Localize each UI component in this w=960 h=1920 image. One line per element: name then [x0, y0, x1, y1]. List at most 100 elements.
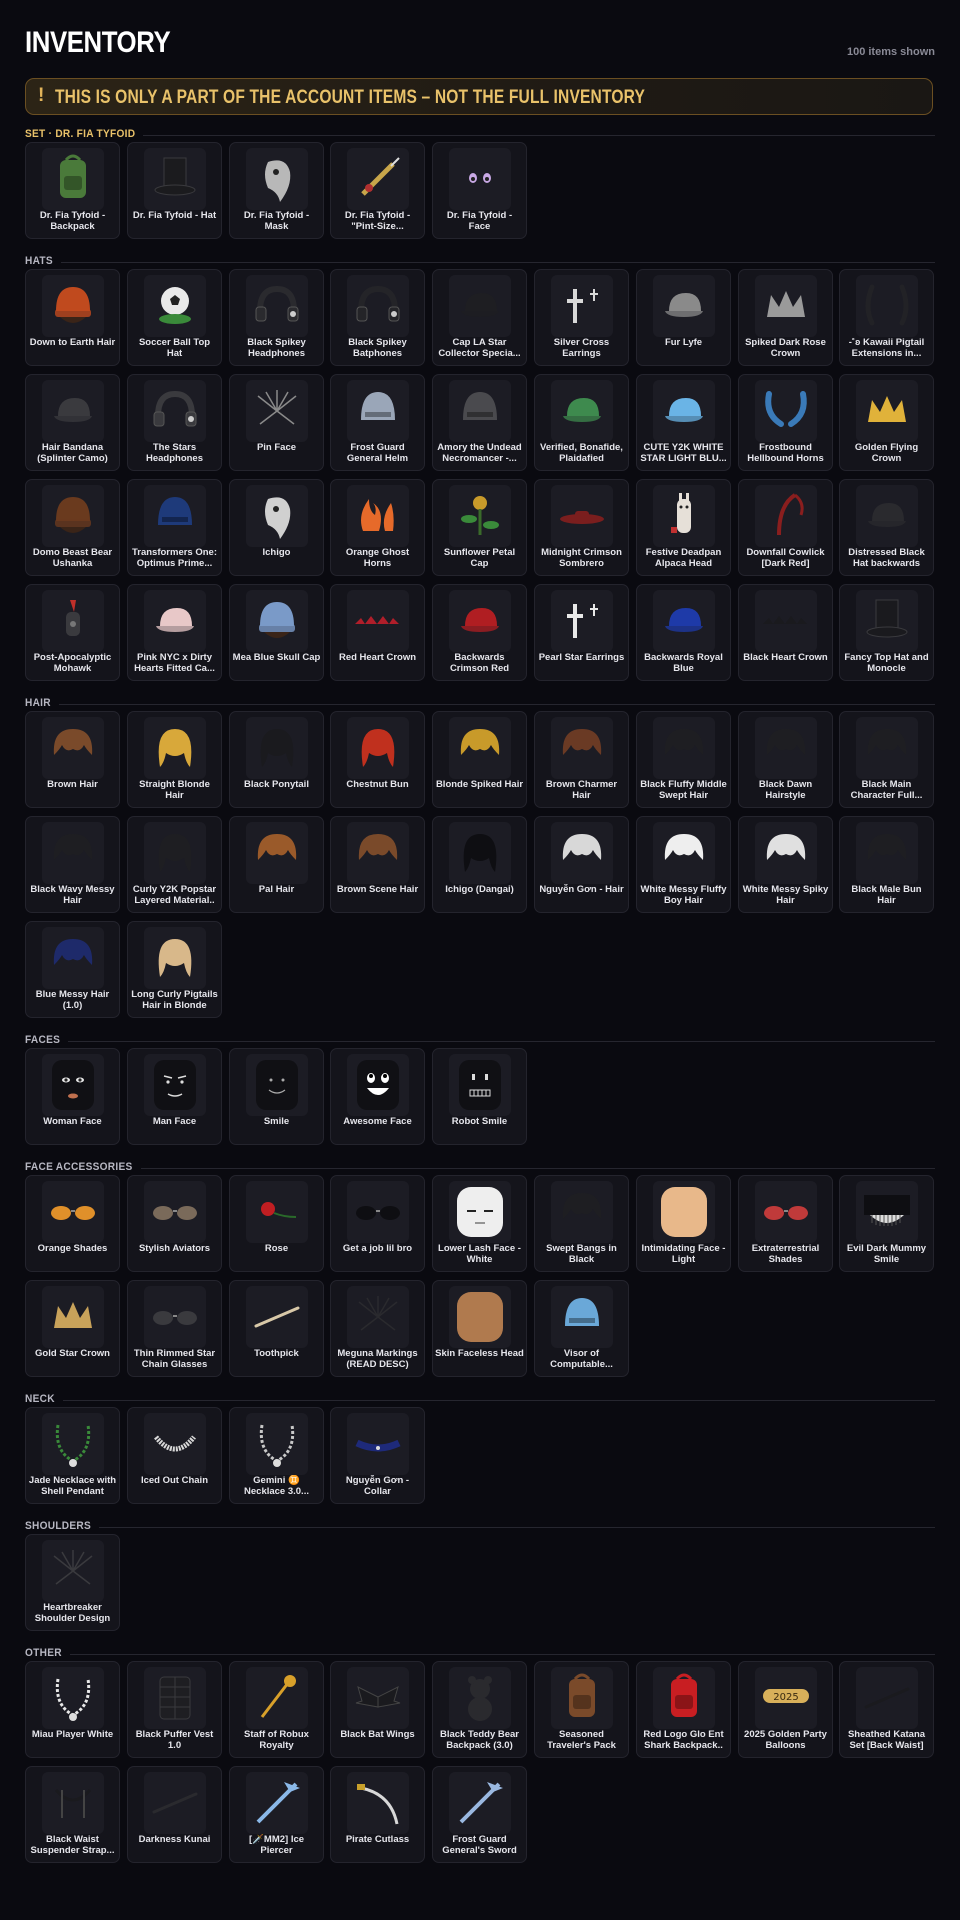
item-card[interactable]: Black Fluffy Middle Swept Hair — [636, 711, 731, 808]
item-card[interactable]: Dr. Fia Tyfoid - Mask — [229, 142, 324, 239]
item-card[interactable]: Pink NYC x Dirty Hearts Fitted Ca... — [127, 584, 222, 681]
item-card[interactable]: Black Spikey Batphones — [330, 269, 425, 366]
item-card[interactable]: Black Main Character Full... — [839, 711, 934, 808]
item-card[interactable]: Soccer Ball Top Hat — [127, 269, 222, 366]
item-card[interactable]: Awesome Face — [330, 1048, 425, 1145]
item-card[interactable]: Dr. Fia Tyfoid - "Pint-Size... — [330, 142, 425, 239]
item-card[interactable]: Domo Beast Bear Ushanka — [25, 479, 120, 576]
item-card[interactable]: Black Ponytail — [229, 711, 324, 808]
item-card[interactable]: Lower Lash Face - White — [432, 1175, 527, 1272]
item-card[interactable]: Blonde Spiked Hair — [432, 711, 527, 808]
item-card[interactable]: Black Waist Suspender Strap... — [25, 1766, 120, 1863]
item-card[interactable]: Staff of Robux Royalty — [229, 1661, 324, 1758]
item-card[interactable]: Frost Guard General's Sword — [432, 1766, 527, 1863]
item-card[interactable]: Robot Smile — [432, 1048, 527, 1145]
item-card[interactable]: Hair Bandana (Splinter Camo) — [25, 374, 120, 471]
item-card[interactable]: Black Puffer Vest 1.0 — [127, 1661, 222, 1758]
item-card[interactable]: Gold Star Crown — [25, 1280, 120, 1377]
item-card[interactable]: Golden Flying Crown — [839, 374, 934, 471]
item-card[interactable]: Amory the Undead Necromancer -... — [432, 374, 527, 471]
item-card[interactable]: Intimidating Face - Light — [636, 1175, 731, 1272]
item-card[interactable]: Miau Player White — [25, 1661, 120, 1758]
item-card[interactable]: Transformers One: Optimus Prime... — [127, 479, 222, 576]
item-card[interactable]: Ichigo (Dangai) — [432, 816, 527, 913]
item-card[interactable]: Black Bat Wings — [330, 1661, 425, 1758]
item-card[interactable]: Get a job lil bro — [330, 1175, 425, 1272]
item-card[interactable]: Thin Rimmed Star Chain Glasses — [127, 1280, 222, 1377]
item-card[interactable]: -˚ʚ Kawaii Pigtail Extensions in... — [839, 269, 934, 366]
item-card[interactable]: Pin Face — [229, 374, 324, 471]
item-card[interactable]: White Messy Fluffy Boy Hair — [636, 816, 731, 913]
item-card[interactable]: Cap LA Star Collector Specia... — [432, 269, 527, 366]
item-card[interactable]: Ichigo — [229, 479, 324, 576]
item-card[interactable]: Backwards Crimson Red — [432, 584, 527, 681]
item-card[interactable]: Brown Scene Hair — [330, 816, 425, 913]
item-card[interactable]: Woman Face — [25, 1048, 120, 1145]
item-card[interactable]: Distressed Black Hat backwards — [839, 479, 934, 576]
item-card[interactable]: Straight Blonde Hair — [127, 711, 222, 808]
item-card[interactable]: Spiked Dark Rose Crown — [738, 269, 833, 366]
item-card[interactable]: Toothpick — [229, 1280, 324, 1377]
item-card[interactable]: Iced Out Chain — [127, 1407, 222, 1504]
item-card[interactable]: Down to Earth Hair — [25, 269, 120, 366]
item-card[interactable]: Pal Hair — [229, 816, 324, 913]
item-card[interactable]: Swept Bangs in Black — [534, 1175, 629, 1272]
item-card[interactable]: CUTE Y2K WHITE STAR LIGHT BLU... — [636, 374, 731, 471]
item-card[interactable]: Black Teddy Bear Backpack (3.0) — [432, 1661, 527, 1758]
item-card[interactable]: Dr. Fia Tyfoid - Face — [432, 142, 527, 239]
item-card[interactable]: Visor of Computable... — [534, 1280, 629, 1377]
item-card[interactable]: Brown Hair — [25, 711, 120, 808]
item-card[interactable]: Black Spikey Headphones — [229, 269, 324, 366]
item-card[interactable]: Sunflower Petal Cap — [432, 479, 527, 576]
item-card[interactable]: The Stars Headphones — [127, 374, 222, 471]
item-card[interactable]: Orange Shades — [25, 1175, 120, 1272]
item-card[interactable]: Curly Y2K Popstar Layered Material.. — [127, 816, 222, 913]
item-card[interactable]: Black Male Bun Hair — [839, 816, 934, 913]
item-card[interactable]: Sheathed Katana Set [Back Waist] — [839, 1661, 934, 1758]
item-card[interactable]: Extraterrestrial Shades — [738, 1175, 833, 1272]
item-card[interactable]: Backwards Royal Blue — [636, 584, 731, 681]
item-card[interactable]: Black Heart Crown — [738, 584, 833, 681]
item-card[interactable]: Frostbound Hellbound Horns — [738, 374, 833, 471]
item-card[interactable]: Red Logo Glo Ent Shark Backpack.. — [636, 1661, 731, 1758]
item-card[interactable]: Red Heart Crown — [330, 584, 425, 681]
item-card[interactable]: Seasoned Traveler's Pack — [534, 1661, 629, 1758]
item-card[interactable]: Nguyễn Gơn - Hair — [534, 816, 629, 913]
item-card[interactable]: Evil Dark Mummy Smile — [839, 1175, 934, 1272]
item-card[interactable]: Pearl Star Earrings — [534, 584, 629, 681]
item-card[interactable]: Orange Ghost Horns — [330, 479, 425, 576]
item-card[interactable]: Post-Apocalyptic Mohawk — [25, 584, 120, 681]
item-card[interactable]: Silver Cross Earrings — [534, 269, 629, 366]
item-card[interactable]: White Messy Spiky Hair — [738, 816, 833, 913]
item-card[interactable]: Blue Messy Hair (1.0) — [25, 921, 120, 1018]
item-card[interactable]: Frost Guard General Helm — [330, 374, 425, 471]
item-card[interactable]: 2025 2025 Golden Party Balloons — [738, 1661, 833, 1758]
item-card[interactable]: Skin Faceless Head — [432, 1280, 527, 1377]
item-card[interactable]: Darkness Kunai — [127, 1766, 222, 1863]
item-card[interactable]: Gemini ♊ Necklace 3.0... — [229, 1407, 324, 1504]
item-card[interactable]: Nguyễn Gơn - Collar — [330, 1407, 425, 1504]
item-card[interactable]: Festive Deadpan Alpaca Head — [636, 479, 731, 576]
item-card[interactable]: Fancy Top Hat and Monocle — [839, 584, 934, 681]
item-card[interactable]: Smile — [229, 1048, 324, 1145]
item-card[interactable]: Dr. Fia Tyfoid - Backpack — [25, 142, 120, 239]
item-card[interactable]: Heartbreaker Shoulder Design — [25, 1534, 120, 1631]
item-card[interactable]: [🗡️MM2] Ice Piercer — [229, 1766, 324, 1863]
item-card[interactable]: Jade Necklace with Shell Pendant — [25, 1407, 120, 1504]
item-card[interactable]: Downfall Cowlick [Dark Red] — [738, 479, 833, 576]
item-card[interactable]: Man Face — [127, 1048, 222, 1145]
item-card[interactable]: Fur Lyfe — [636, 269, 731, 366]
item-card[interactable]: Midnight Crimson Sombrero — [534, 479, 629, 576]
item-card[interactable]: Black Wavy Messy Hair — [25, 816, 120, 913]
item-card[interactable]: Chestnut Bun — [330, 711, 425, 808]
item-card[interactable]: Brown Charmer Hair — [534, 711, 629, 808]
item-card[interactable]: Dr. Fia Tyfoid - Hat — [127, 142, 222, 239]
item-card[interactable]: Rose — [229, 1175, 324, 1272]
item-card[interactable]: Stylish Aviators — [127, 1175, 222, 1272]
item-card[interactable]: Meguna Markings (READ DESC) — [330, 1280, 425, 1377]
item-card[interactable]: Mea Blue Skull Cap — [229, 584, 324, 681]
item-card[interactable]: Pirate Cutlass — [330, 1766, 425, 1863]
item-card[interactable]: Long Curly Pigtails Hair in Blonde — [127, 921, 222, 1018]
item-card[interactable]: Verified, Bonafide, Plaidafied — [534, 374, 629, 471]
item-card[interactable]: Black Dawn Hairstyle — [738, 711, 833, 808]
